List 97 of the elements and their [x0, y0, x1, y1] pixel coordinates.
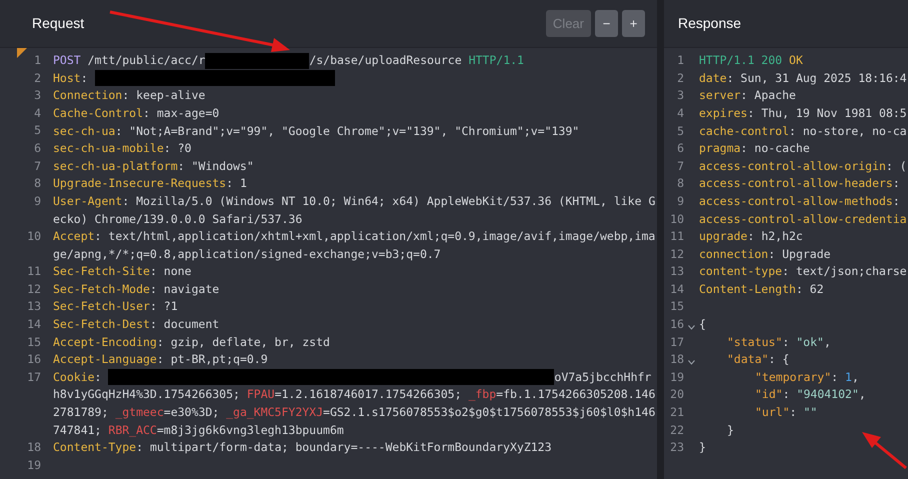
code-text: "data": {	[727, 351, 790, 368]
line-number: 18	[669, 351, 684, 368]
code-text: server: Apache	[699, 87, 796, 104]
line-number: 8	[34, 175, 41, 192]
code-text: }	[699, 439, 706, 456]
line-number: 14	[669, 280, 684, 298]
line-number: 23	[669, 439, 684, 456]
line-number: 8	[676, 175, 684, 192]
code-text: {	[699, 316, 706, 334]
code-text: }	[727, 422, 734, 439]
line-number: 3	[34, 87, 41, 104]
line-number: 7	[676, 158, 684, 175]
line-number: 5	[34, 122, 41, 140]
zoom-in-button[interactable]: +	[622, 10, 645, 37]
code-text: h8v1yGGqHzH4%3D.1754266305; FPAU=1.2.1618746017.1754266305; _fbp=fb.1.1754266305208.146	[53, 386, 656, 404]
line-number: 12	[669, 246, 684, 263]
line-number: 18	[27, 439, 41, 456]
code-text: Sec-Fetch-Mode: navigate	[53, 280, 220, 298]
panel-title: Response	[678, 14, 742, 33]
line-number: 16	[27, 351, 41, 368]
code-text: ge/apng,*/*;q=0.8,application/signed-exchange;v=b3;q=0.7	[53, 246, 441, 263]
code-text: upgrade: h2,h2c	[699, 228, 803, 246]
line-number: 20	[669, 386, 684, 404]
code-text: User-Agent: Mozilla/5.0 (Windows NT 10.0; Win64; x64) AppleWebKit/537.36 (KHTML, like G	[53, 192, 656, 210]
line-number: 12	[27, 280, 41, 298]
code-text: oV7a5jbcchHhfr	[554, 368, 652, 386]
code-text: "id": "9404102",	[755, 386, 866, 404]
code-text: Cookie:	[53, 368, 102, 386]
code-text: date: Sun, 31 Aug 2025 18:16:4	[699, 70, 907, 87]
line-number: 1	[34, 52, 41, 69]
line-number: 11	[27, 263, 41, 280]
line-number: 13	[27, 298, 41, 316]
annotation-arrow	[862, 432, 907, 470]
code-text: Sec-Fetch-Site: none	[53, 263, 192, 280]
line-number: 19	[669, 368, 684, 386]
line-number: 2	[676, 70, 684, 87]
code-text: ecko) Chrome/139.0.0.0 Safari/537.36	[53, 210, 302, 228]
line-number: 16	[669, 316, 684, 334]
chevron-down-icon[interactable]	[688, 360, 695, 365]
code-text: expires: Thu, 19 Nov 1981 08:5	[699, 104, 907, 122]
code-text: /s/base/uploadResource HTTP/1.1	[309, 52, 524, 70]
code-text: access-control-allow-origin: (	[699, 158, 907, 175]
code-text: Upgrade-Insecure-Requests: 1	[53, 175, 247, 192]
code-text: Connection: keep-alive	[53, 87, 206, 104]
code-text: Content-Type: multipart/form-data; boundary=----WebKitFormBoundaryXyZ123	[53, 439, 552, 456]
line-number: 14	[27, 316, 41, 333]
corner-marker-icon	[17, 48, 27, 58]
code-text: sec-ch-ua-mobile: ?0	[53, 140, 192, 158]
chevron-down-icon[interactable]	[688, 324, 695, 330]
code-text: Content-Length: 62	[699, 280, 824, 298]
code-text: "temporary": 1,	[755, 368, 859, 386]
code-text: connection: Upgrade	[699, 246, 831, 263]
code-text: Accept-Encoding: gzip, deflate, br, zstd	[53, 334, 330, 351]
line-number: 17	[669, 334, 684, 351]
line-number: 22	[669, 422, 684, 439]
line-number: 13	[669, 263, 684, 280]
line-number: 15	[669, 298, 684, 316]
line-number: 15	[27, 334, 41, 350]
line-number: 10	[27, 228, 41, 245]
line-number: 21	[669, 404, 684, 422]
code-text: access-control-allow-methods:	[699, 192, 900, 210]
code-text: 747841; RBR_ACC=m8j3jg6k6vng3legh13bpuum6m	[53, 422, 344, 439]
code-text: cache-control: no-store, no-ca	[699, 122, 907, 140]
line-number: 1	[676, 52, 684, 70]
code-text: Sec-Fetch-User: ?1	[53, 298, 178, 316]
code-text: Accept-Language: pt-BR,pt;q=0.9	[53, 351, 268, 368]
line-number: 19	[27, 456, 41, 474]
line-number: 4	[676, 104, 684, 122]
line-number: 11	[669, 228, 684, 246]
code-text: sec-ch-ua: "Not;A=Brand";v="99", "Google Chrome";v="139", "Chromium";v="139"	[53, 122, 580, 140]
line-number: 5	[676, 122, 684, 140]
line-number: 4	[34, 104, 41, 122]
line-number: 6	[34, 140, 41, 157]
code-text: access-control-allow-credentia	[699, 210, 907, 228]
code-text: content-type: text/json;charse	[699, 263, 907, 280]
line-number: 7	[34, 158, 41, 175]
code-text: "url": ""	[755, 404, 818, 422]
code-text: pragma: no-cache	[699, 140, 810, 158]
code-text: Accept: text/html,application/xhtml+xml,application/xml;q=0.9,image/avif,image/webp,ima	[53, 228, 656, 246]
code-text: Sec-Fetch-Dest: document	[53, 316, 220, 334]
line-number: 9	[676, 192, 684, 210]
line-number: 10	[669, 210, 684, 228]
code-text: "status": "ok",	[727, 334, 831, 351]
line-number: 17	[27, 368, 41, 386]
line-number: 9	[34, 192, 41, 210]
code-text: access-control-allow-headers:	[699, 175, 900, 192]
code-text: Host:	[53, 70, 89, 87]
code-text: 2781789; _gtmeec=e30%3D; _ga_KMC5FY2YXJ=GS2.1.s1756078553$o2$g0$t1756078553$j60$l0$h146	[53, 404, 656, 422]
code-text: Cache-Control: max-age=0	[53, 104, 220, 122]
code-text: sec-ch-ua-platform: "Windows"	[53, 158, 254, 175]
line-number: 3	[676, 87, 684, 104]
line-number: 6	[676, 140, 684, 158]
code-text: POST /mtt/public/acc/r	[53, 52, 206, 70]
line-number: 2	[34, 70, 41, 87]
zoom-out-button[interactable]: −	[595, 10, 618, 37]
panel-title: Request	[32, 14, 84, 33]
code-text: HTTP/1.1 200 OK	[699, 52, 803, 70]
